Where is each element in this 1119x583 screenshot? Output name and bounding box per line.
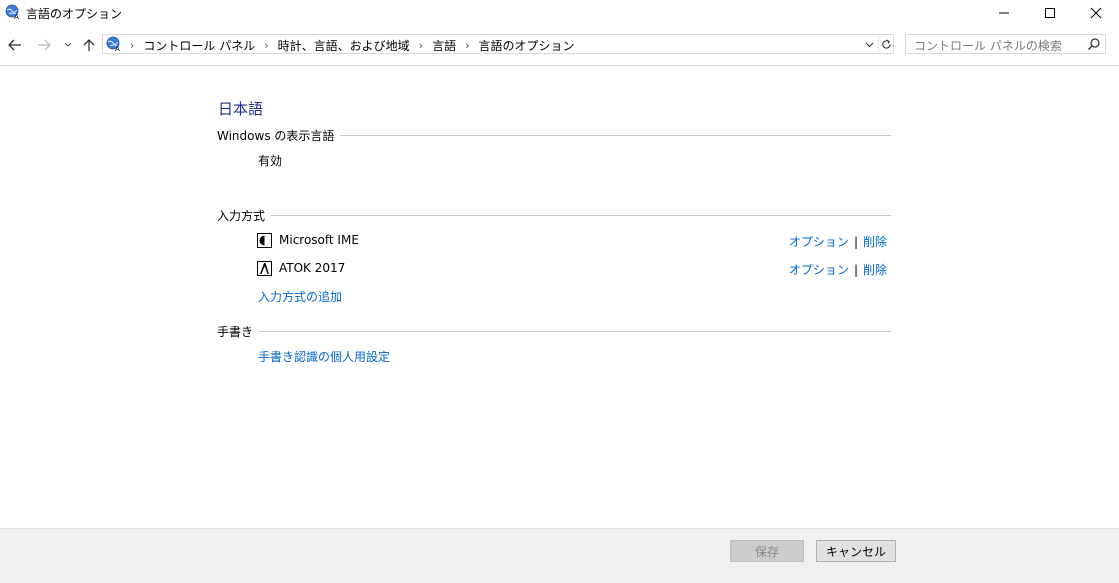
chevron-right-icon[interactable]: › [419,39,423,52]
window-title: 言語のオプション [26,7,123,21]
search-input[interactable]: コントロール パネルの検索 [914,37,1062,54]
chevron-right-icon[interactable]: › [264,39,268,52]
svg-text:A: A [115,45,120,52]
cancel-button[interactable]: キャンセル [816,540,896,562]
minimize-button[interactable] [981,0,1027,26]
address-history-button[interactable] [862,37,876,52]
forward-button[interactable] [35,36,53,54]
up-arrow-icon [83,39,95,51]
globe-language-icon: A [106,36,120,52]
method-actions: オプション | 削除 [789,233,887,250]
forward-arrow-icon [38,39,51,51]
chevron-down-icon [865,42,873,47]
method-actions: オプション | 削除 [789,261,887,278]
main-content: 日本語 Windows の表示言語 有効 入力方式 Microsoft IME … [0,66,1119,528]
atok-icon [257,261,272,276]
back-button[interactable] [6,36,24,54]
maximize-icon [1045,8,1055,18]
svg-text:A: A [14,13,19,20]
separator: | [853,234,858,249]
breadcrumb-language[interactable]: 言語 [432,37,456,54]
section-divider [217,331,891,332]
recent-locations-button[interactable] [61,36,75,54]
search-icon[interactable] [1087,37,1101,51]
input-method-name: Microsoft IME [279,233,359,247]
address-bar[interactable]: A › コントロール パネル › 時計、言語、および地域 › 言語 › 言語のオ… [102,34,894,54]
section-header: 手書き [217,323,260,340]
refresh-button[interactable] [878,36,894,52]
section-divider [217,215,891,216]
breadcrumb-language-options[interactable]: 言語のオプション [478,37,574,54]
list-item: Microsoft IME オプション | 削除 [257,232,891,250]
maximize-button[interactable] [1027,0,1073,26]
close-button[interactable] [1073,0,1119,26]
list-item: ATOK 2017 オプション | 削除 [257,260,891,278]
up-button[interactable] [80,36,98,54]
section-display-language: Windows の表示言語 [217,127,891,144]
title-bar: A 言語のオプション [0,0,1119,26]
add-input-method-link[interactable]: 入力方式の追加 [258,288,342,305]
remove-link[interactable]: 削除 [863,261,887,278]
section-input-methods: 入力方式 [217,207,891,224]
section-handwriting: 手書き [217,323,891,340]
handwriting-personalization-link[interactable]: 手書き認識の個人用設定 [258,348,390,365]
back-arrow-icon [8,39,21,51]
refresh-icon [882,39,891,49]
display-language-status: 有効 [258,154,283,168]
options-link[interactable]: オプション [789,261,849,278]
section-header: Windows の表示言語 [217,127,341,144]
chevron-right-icon[interactable]: › [465,39,469,52]
section-header: 入力方式 [217,207,272,224]
input-method-name: ATOK 2017 [279,261,346,275]
breadcrumb: › コントロール パネル › 時計、言語、および地域 › 言語 › 言語のオプシ… [125,37,575,54]
minimize-icon [999,12,1009,14]
chevron-down-icon [64,42,72,47]
options-link[interactable]: オプション [789,233,849,250]
globe-language-icon: A [5,4,19,20]
separator: | [853,262,858,277]
search-box[interactable]: コントロール パネルの検索 [905,34,1106,54]
microsoft-ime-icon [257,233,272,248]
breadcrumb-control-panel[interactable]: コントロール パネル [143,37,255,54]
breadcrumb-clock-language-region[interactable]: 時計、言語、および地域 [278,37,410,54]
page-title: 日本語 [218,100,264,118]
chevron-right-icon[interactable]: › [130,39,134,52]
close-icon [1090,7,1102,19]
remove-link[interactable]: 削除 [863,233,887,250]
save-button[interactable]: 保存 [730,540,804,562]
footer-bar: 保存 キャンセル [0,528,1119,583]
